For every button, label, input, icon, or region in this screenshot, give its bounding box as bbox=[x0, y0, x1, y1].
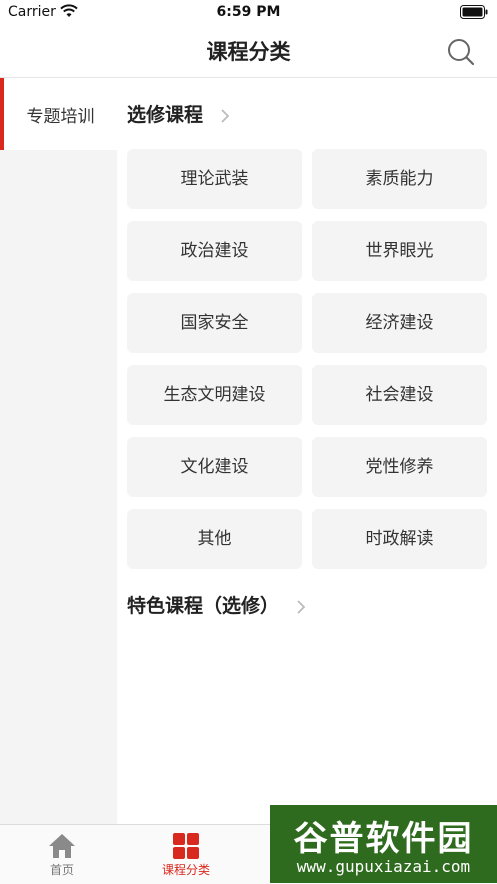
battery-icon bbox=[460, 5, 488, 19]
chevron-right-icon bbox=[297, 599, 305, 614]
category-tile[interactable]: 政治建设 bbox=[127, 221, 302, 281]
tab-category[interactable]: 课程分类 bbox=[124, 825, 248, 884]
category-tile[interactable]: 世界眼光 bbox=[312, 221, 487, 281]
category-grid-icon bbox=[173, 833, 199, 859]
watermark-logo: 谷普软件园 bbox=[293, 819, 474, 859]
category-tile[interactable]: 时政解读 bbox=[312, 509, 487, 569]
tab-label: 课程分类 bbox=[161, 863, 210, 877]
category-tile[interactable]: 国家安全 bbox=[127, 293, 302, 353]
chevron-right-icon bbox=[221, 108, 229, 123]
tab-label: 首页 bbox=[49, 863, 74, 877]
category-tile[interactable]: 理论武装 bbox=[127, 149, 302, 209]
section-title: 特色课程（选修） bbox=[127, 595, 280, 617]
section-header-featured[interactable]: 特色课程（选修） bbox=[127, 591, 306, 621]
category-content: 选修课程 理论武装 素质能力 政治建设 世界眼光 国家安全 经济建设 生态文明建… bbox=[117, 78, 497, 824]
category-tile[interactable]: 经济建设 bbox=[312, 293, 487, 353]
category-sidebar: 专题培训 bbox=[0, 78, 117, 824]
page-title: 课程分类 bbox=[206, 40, 291, 64]
category-tile[interactable]: 其他 bbox=[127, 509, 302, 569]
category-tile[interactable]: 文化建设 bbox=[127, 437, 302, 497]
category-tile[interactable]: 生态文明建设 bbox=[127, 365, 302, 425]
category-tile[interactable]: 素质能力 bbox=[312, 149, 487, 209]
status-bar: Carrier 6:59 PM bbox=[0, 0, 497, 26]
tab-home[interactable]: 首页 bbox=[0, 825, 124, 884]
watermark-url: www.gupuxiazai.com bbox=[296, 857, 471, 876]
sidebar-item-label: 专题培训 bbox=[26, 107, 95, 127]
category-tile[interactable]: 社会建设 bbox=[312, 365, 487, 425]
nav-bar: 课程分类 bbox=[0, 26, 497, 78]
sidebar-item-special-training[interactable]: 专题培训 bbox=[0, 78, 117, 150]
status-time: 6:59 PM bbox=[216, 4, 281, 20]
watermark: 谷普软件园 www.gupuxiazai.com bbox=[270, 805, 497, 883]
section-header-elective[interactable]: 选修课程 bbox=[127, 100, 230, 130]
section-title: 选修课程 bbox=[127, 104, 204, 126]
category-tile[interactable]: 党性修养 bbox=[312, 437, 487, 497]
home-icon bbox=[49, 834, 75, 858]
search-icon[interactable] bbox=[445, 36, 477, 68]
